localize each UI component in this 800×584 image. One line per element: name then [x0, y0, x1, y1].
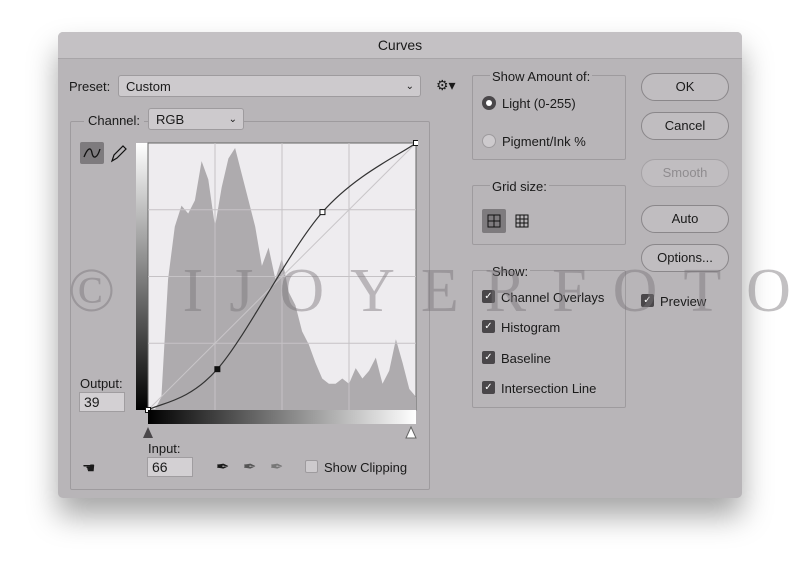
show-amount-label: Show Amount of: — [490, 69, 593, 84]
curve-point[interactable] — [413, 140, 419, 146]
targeted-adjustment-hand-icon[interactable]: ☚ — [82, 459, 95, 477]
chevron-down-icon: ⌄ — [228, 114, 237, 125]
ok-button[interactable]: OK — [641, 73, 729, 101]
white-eyedropper-icon[interactable]: ✒ — [270, 457, 283, 477]
preset-label: Preset: — [69, 79, 111, 94]
gear-icon[interactable]: ⚙▾ — [436, 77, 456, 94]
show-label: Show: — [490, 264, 531, 279]
black-point-slider[interactable] — [143, 427, 153, 438]
curve-point-selected[interactable] — [214, 366, 221, 373]
input-field[interactable]: 66 — [147, 457, 193, 477]
smooth-button[interactable]: Smooth — [641, 159, 729, 187]
pigment-label: Pigment/Ink % — [502, 134, 586, 149]
curve-graph[interactable] — [134, 140, 418, 440]
grid-simple-icon[interactable] — [482, 209, 506, 233]
baseline-label: Baseline — [501, 351, 551, 366]
chevron-down-icon: ⌄ — [405, 81, 414, 92]
preview-checkbox[interactable]: ✓ — [641, 294, 654, 307]
grid-detailed-icon[interactable] — [510, 209, 534, 236]
pigment-radio[interactable] — [482, 134, 496, 148]
show-clipping-checkbox[interactable] — [305, 460, 318, 473]
cancel-button[interactable]: Cancel — [641, 112, 729, 140]
auto-button[interactable]: Auto — [641, 205, 729, 233]
light-label: Light (0-255) — [502, 96, 576, 111]
channel-label: Channel: — [84, 113, 145, 128]
black-eyedropper-icon[interactable]: ✒ — [216, 457, 229, 477]
channel-overlays-checkbox[interactable]: ✓ — [482, 290, 495, 303]
gray-eyedropper-icon[interactable]: ✒ — [243, 457, 256, 477]
show-clipping-label: Show Clipping — [324, 460, 408, 475]
intersection-line-checkbox[interactable]: ✓ — [482, 381, 495, 394]
channel-overlays-label: Channel Overlays — [501, 290, 605, 305]
curve-point[interactable] — [319, 209, 326, 216]
baseline-checkbox[interactable]: ✓ — [482, 351, 495, 364]
input-label: Input: — [148, 441, 181, 456]
dialog-title: Curves — [58, 32, 742, 59]
white-point-slider[interactable] — [405, 425, 417, 439]
output-gradient — [136, 143, 148, 410]
preview-label: Preview — [660, 294, 707, 309]
intersection-line-label: Intersection Line — [501, 381, 597, 396]
pencil-icon[interactable] — [108, 142, 128, 167]
input-gradient — [148, 410, 416, 424]
channel-select[interactable]: RGB ⌄ — [148, 108, 244, 130]
output-label: Output: — [80, 376, 123, 391]
curves-dialog: Curves Preset: Custom ⌄ ⚙▾ Channel: RGB ⌄ … — [58, 32, 742, 498]
preset-select[interactable]: Custom ⌄ — [118, 75, 421, 97]
histogram-checkbox[interactable]: ✓ — [482, 320, 495, 333]
channel-value: RGB — [156, 112, 185, 127]
histogram-label: Histogram — [501, 320, 561, 335]
curve-point-tool-icon[interactable] — [80, 142, 104, 164]
preset-value: Custom — [126, 79, 171, 94]
options-button[interactable]: Options... — [641, 244, 729, 272]
light-radio[interactable] — [482, 96, 496, 110]
grid-size-label: Grid size: — [490, 179, 549, 194]
output-field[interactable]: 39 — [79, 392, 125, 412]
